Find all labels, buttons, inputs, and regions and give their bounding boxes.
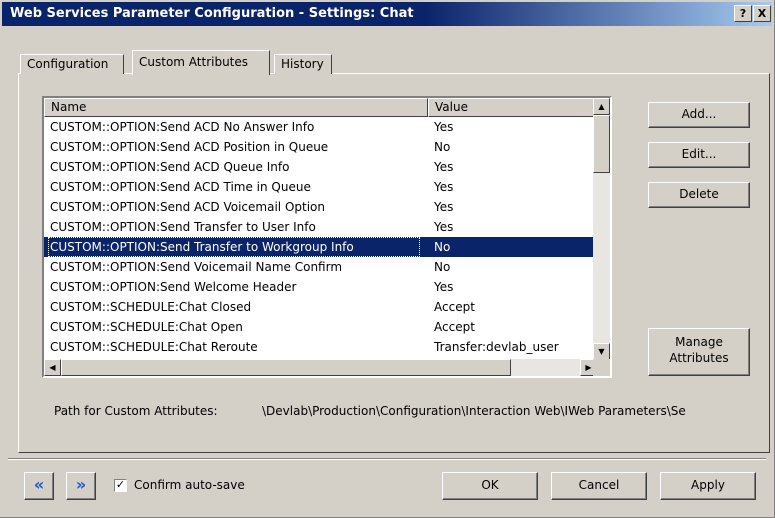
attribute-value-cell: No — [434, 240, 451, 254]
attribute-name-cell: CUSTOM::OPTION:Send Welcome Header — [50, 280, 297, 294]
add-button[interactable]: Add... — [648, 102, 750, 128]
table-row[interactable]: CUSTOM::OPTION:Send ACD Time in Queue Yes — [44, 177, 610, 197]
table-row[interactable]: CUSTOM::SCHEDULE:Chat Open Accept — [44, 317, 610, 337]
table-row[interactable]: CUSTOM::OPTION:Send ACD Position in Queu… — [44, 137, 610, 157]
attribute-name-cell: CUSTOM::OPTION:Send Transfer to Workgrou… — [48, 237, 420, 257]
scroll-up-icon[interactable]: ▲ — [593, 98, 610, 115]
attribute-name-cell: CUSTOM::SCHEDULE:Chat Closed — [50, 300, 252, 314]
table-row[interactable]: CUSTOM::OPTION:Send Transfer to Workgrou… — [44, 237, 610, 257]
attribute-value-cell: Transfer:devlab_user — [434, 340, 559, 354]
add-button-label: Add... — [681, 107, 717, 121]
column-header-value[interactable]: Value — [428, 98, 598, 117]
vertical-scroll-thumb[interactable] — [593, 115, 610, 173]
column-header-name[interactable]: Name — [44, 98, 428, 117]
attribute-value-cell: Yes — [434, 280, 454, 294]
checkmark-icon: ✓ — [115, 478, 126, 491]
window-title: Web Services Parameter Configuration - S… — [10, 6, 414, 21]
horizontal-scrollbar[interactable]: ◀ ▶ — [44, 359, 597, 376]
attribute-value-cell: Yes — [434, 200, 454, 214]
attribute-name-cell: CUSTOM::OPTION:Send ACD No Answer Info — [50, 120, 315, 134]
double-left-arrow-icon: « — [33, 475, 45, 494]
manage-attributes-line1: Manage — [675, 335, 723, 349]
attribute-name-cell: CUSTOM::SCHEDULE:Chat Reroute — [50, 340, 258, 354]
list-header: Name Value — [44, 98, 610, 117]
attribute-name-cell: CUSTOM::OPTION:Send Transfer to User Inf… — [50, 220, 316, 234]
attribute-name-cell: CUSTOM::OPTION:Send Voicemail Name Confi… — [50, 260, 343, 274]
table-row[interactable]: CUSTOM::OPTION:Send Welcome Header Yes — [44, 277, 610, 297]
vertical-scrollbar[interactable]: ▲ ▼ — [593, 98, 610, 360]
attribute-value-cell: Yes — [434, 220, 454, 234]
attribute-value-cell: Accept — [434, 300, 475, 314]
attribute-name-cell: CUSTOM::OPTION:Send ACD Queue Info — [50, 160, 290, 174]
path-label: Path for Custom Attributes: — [54, 404, 218, 418]
tab-custom-attributes[interactable]: Custom Attributes — [132, 50, 270, 75]
attribute-value-cell: No — [434, 140, 451, 154]
confirm-auto-save-checkbox[interactable]: ✓ — [114, 479, 127, 492]
table-row[interactable]: CUSTOM::SCHEDULE:Chat Closed Accept — [44, 297, 610, 317]
table-row[interactable]: CUSTOM::OPTION:Send ACD Queue Info Yes — [44, 157, 610, 177]
attribute-name-cell: CUSTOM::SCHEDULE:Chat Open — [50, 320, 243, 334]
title-bar: Web Services Parameter Configuration - S… — [2, 2, 772, 26]
ok-button[interactable]: OK — [442, 472, 538, 500]
table-row[interactable]: CUSTOM::OPTION:Send ACD Voicemail Option… — [44, 197, 610, 217]
attribute-value-cell: Yes — [434, 160, 454, 174]
scroll-left-icon[interactable]: ◀ — [44, 359, 61, 376]
table-row[interactable]: CUSTOM::OPTION:Send Transfer to User Inf… — [44, 217, 610, 237]
previous-button[interactable]: « — [24, 472, 54, 500]
attributes-list[interactable]: Name Value CUSTOM::OPTION:Send ACD No An… — [42, 96, 612, 378]
manage-attributes-button[interactable]: Manage Attributes — [648, 328, 750, 376]
help-button[interactable]: ? — [734, 5, 752, 22]
path-value: \Devlab\Production\Configuration\Interac… — [262, 404, 686, 418]
close-button[interactable]: X — [753, 5, 771, 22]
attribute-value-cell: Yes — [434, 120, 454, 134]
attribute-name-cell: CUSTOM::OPTION:Send ACD Voicemail Option — [50, 200, 325, 214]
next-button[interactable]: » — [66, 472, 96, 500]
attribute-value-cell: Accept — [434, 320, 475, 334]
scroll-down-icon[interactable]: ▼ — [593, 343, 610, 360]
edit-button-label: Edit... — [681, 147, 717, 161]
tab-history[interactable]: History — [274, 54, 332, 74]
dialog-window: Web Services Parameter Configuration - S… — [0, 0, 775, 518]
delete-button-label: Delete — [679, 187, 719, 201]
attribute-name-cell: CUSTOM::OPTION:Send ACD Time in Queue — [50, 180, 311, 194]
edit-button[interactable]: Edit... — [648, 142, 750, 168]
confirm-auto-save-label[interactable]: Confirm auto-save — [134, 478, 245, 492]
table-row[interactable]: CUSTOM::OPTION:Send Voicemail Name Confi… — [44, 257, 610, 277]
cancel-button[interactable]: Cancel — [551, 472, 647, 500]
apply-button[interactable]: Apply — [660, 472, 756, 500]
table-row[interactable]: CUSTOM::SCHEDULE:Chat Reroute Transfer:de… — [44, 337, 610, 357]
delete-button[interactable]: Delete — [648, 182, 750, 208]
separator — [8, 458, 766, 460]
apply-button-label: Apply — [691, 478, 725, 492]
tab-configuration[interactable]: Configuration — [20, 54, 124, 74]
attribute-name-cell: CUSTOM::OPTION:Send ACD Position in Queu… — [50, 140, 329, 154]
scrollbar-corner — [593, 359, 610, 376]
cancel-button-label: Cancel — [578, 478, 620, 492]
ok-button-label: OK — [481, 478, 499, 492]
attribute-value-cell: Yes — [434, 180, 454, 194]
horizontal-scroll-thumb[interactable] — [61, 359, 511, 376]
double-right-arrow-icon: » — [75, 475, 87, 494]
table-row[interactable]: CUSTOM::OPTION:Send ACD No Answer Info Ye… — [44, 117, 610, 137]
attribute-value-cell: No — [434, 260, 451, 274]
manage-attributes-line2: Attributes — [669, 351, 729, 365]
